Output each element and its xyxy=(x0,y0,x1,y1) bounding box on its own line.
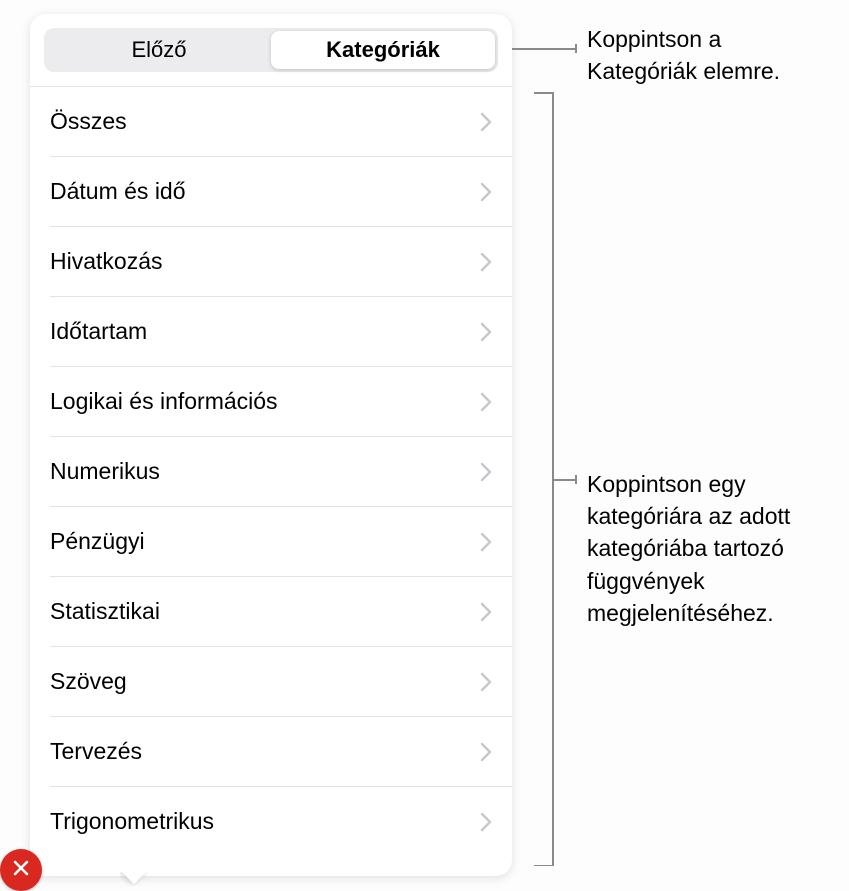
chevron-right-icon xyxy=(480,602,492,622)
chevron-right-icon xyxy=(480,322,492,342)
category-label: Trigonometrikus xyxy=(50,808,214,835)
callout-leader-line xyxy=(553,479,576,481)
category-row[interactable]: Numerikus xyxy=(50,436,512,506)
category-label: Dátum és idő xyxy=(50,178,186,205)
segmented-control: Előző Kategóriák xyxy=(44,28,498,72)
chevron-right-icon xyxy=(480,462,492,482)
close-button[interactable] xyxy=(0,849,42,891)
callout-leader-line xyxy=(512,48,576,50)
category-row[interactable]: Trigonometrikus xyxy=(50,786,512,856)
callout-bracket xyxy=(534,92,554,866)
category-row[interactable]: Dátum és idő xyxy=(50,156,512,226)
segment-previous-label: Előző xyxy=(131,37,186,63)
popover-tail xyxy=(120,872,148,886)
callout-tap-categories: Koppintson a Kategóriák elemre. xyxy=(587,23,837,87)
category-row[interactable]: Statisztikai xyxy=(50,576,512,646)
category-label: Összes xyxy=(50,108,127,135)
close-icon xyxy=(12,859,30,882)
chevron-right-icon xyxy=(480,182,492,202)
callout-leader-tick xyxy=(575,475,577,484)
category-list: Összes Dátum és idő Hivatkozás Időtartam… xyxy=(30,86,512,856)
segment-categories-label: Kategóriák xyxy=(326,37,440,63)
category-label: Logikai és információs xyxy=(50,388,278,415)
chevron-right-icon xyxy=(480,742,492,762)
category-row[interactable]: Összes xyxy=(30,86,512,156)
segment-categories[interactable]: Kategóriák xyxy=(271,31,495,69)
category-row[interactable]: Pénzügyi xyxy=(50,506,512,576)
category-row[interactable]: Logikai és információs xyxy=(50,366,512,436)
chevron-right-icon xyxy=(480,812,492,832)
category-label: Hivatkozás xyxy=(50,248,162,275)
function-browser-popover: Előző Kategóriák Összes Dátum és idő Hiv… xyxy=(30,14,512,876)
chevron-right-icon xyxy=(480,112,492,132)
category-row[interactable]: Időtartam xyxy=(50,296,512,366)
chevron-right-icon xyxy=(480,392,492,412)
chevron-right-icon xyxy=(480,532,492,552)
callout-tap-a-category: Koppintson egy kategóriára az adott kate… xyxy=(587,468,847,629)
category-label: Numerikus xyxy=(50,458,160,485)
category-label: Statisztikai xyxy=(50,598,160,625)
category-label: Tervezés xyxy=(50,738,142,765)
chevron-right-icon xyxy=(480,672,492,692)
category-label: Időtartam xyxy=(50,318,147,345)
callout-leader-tick xyxy=(575,44,577,53)
category-row[interactable]: Tervezés xyxy=(50,716,512,786)
category-row[interactable]: Szöveg xyxy=(50,646,512,716)
segment-previous[interactable]: Előző xyxy=(47,31,271,69)
category-row[interactable]: Hivatkozás xyxy=(50,226,512,296)
category-label: Szöveg xyxy=(50,668,127,695)
category-label: Pénzügyi xyxy=(50,528,145,555)
chevron-right-icon xyxy=(480,252,492,272)
